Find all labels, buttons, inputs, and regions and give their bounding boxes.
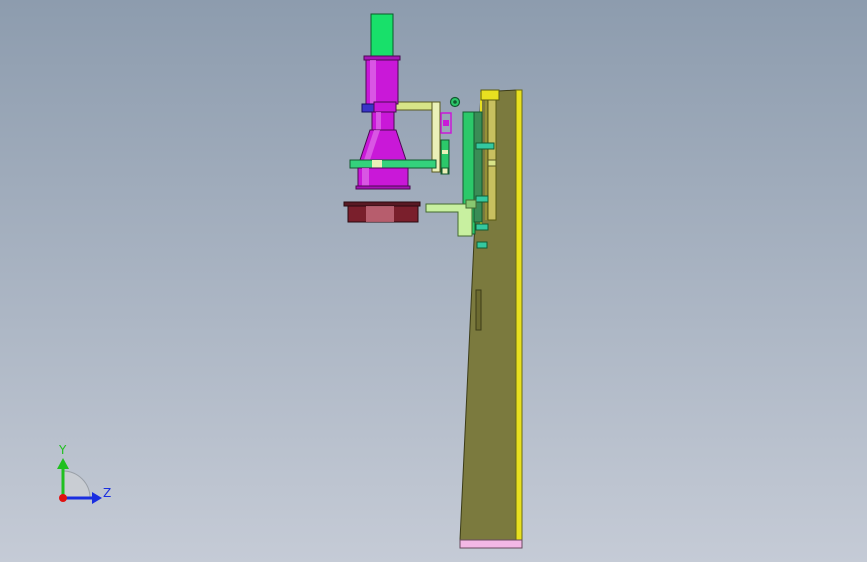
cylinder-base-rim	[355, 185, 411, 190]
lower-bracket[interactable]	[425, 199, 477, 237]
cylinder-neck-highlight	[376, 112, 381, 130]
column-edge-strip	[515, 89, 523, 541]
knob-center	[453, 100, 457, 104]
cylinder-base-highlight	[362, 168, 369, 188]
sensor-body	[443, 120, 449, 126]
y-axis-arrow	[57, 458, 69, 469]
column-slot	[475, 289, 482, 331]
z-axis-label: Z	[103, 486, 112, 500]
cylinder-collar	[373, 101, 397, 113]
disc-part[interactable]	[343, 201, 421, 223]
cylinder-upper-cap	[363, 55, 401, 61]
mount-bolt	[487, 159, 497, 167]
cylinder-neck	[371, 111, 395, 131]
clamp-band-mark	[372, 160, 382, 168]
mount-clamp-3	[475, 223, 489, 231]
adjust-rod-tip	[441, 167, 449, 175]
clamp-band	[349, 159, 437, 169]
coordinate-triad	[57, 458, 102, 504]
mount-clamp-1	[475, 142, 495, 150]
x-axis-dot	[59, 494, 67, 502]
base-plate	[459, 539, 523, 549]
l-bracket	[425, 203, 473, 237]
graphics-viewport[interactable]: Y Z	[0, 0, 867, 562]
disc-top	[343, 201, 421, 207]
z-axis-arrow	[92, 492, 102, 504]
cylinder-upper-highlight	[370, 60, 376, 104]
disc-highlight	[366, 206, 394, 222]
y-axis-label: Y	[59, 443, 67, 457]
mount-clamp-2	[475, 195, 489, 203]
column-top-cap	[480, 89, 500, 101]
mount-clamp-4	[476, 241, 488, 249]
adjust-rod-mark	[442, 150, 448, 154]
l-bracket-joint	[465, 199, 477, 209]
motor-block	[370, 13, 394, 57]
triad-plane	[62, 470, 91, 499]
cad-model-view[interactable]	[0, 0, 867, 562]
